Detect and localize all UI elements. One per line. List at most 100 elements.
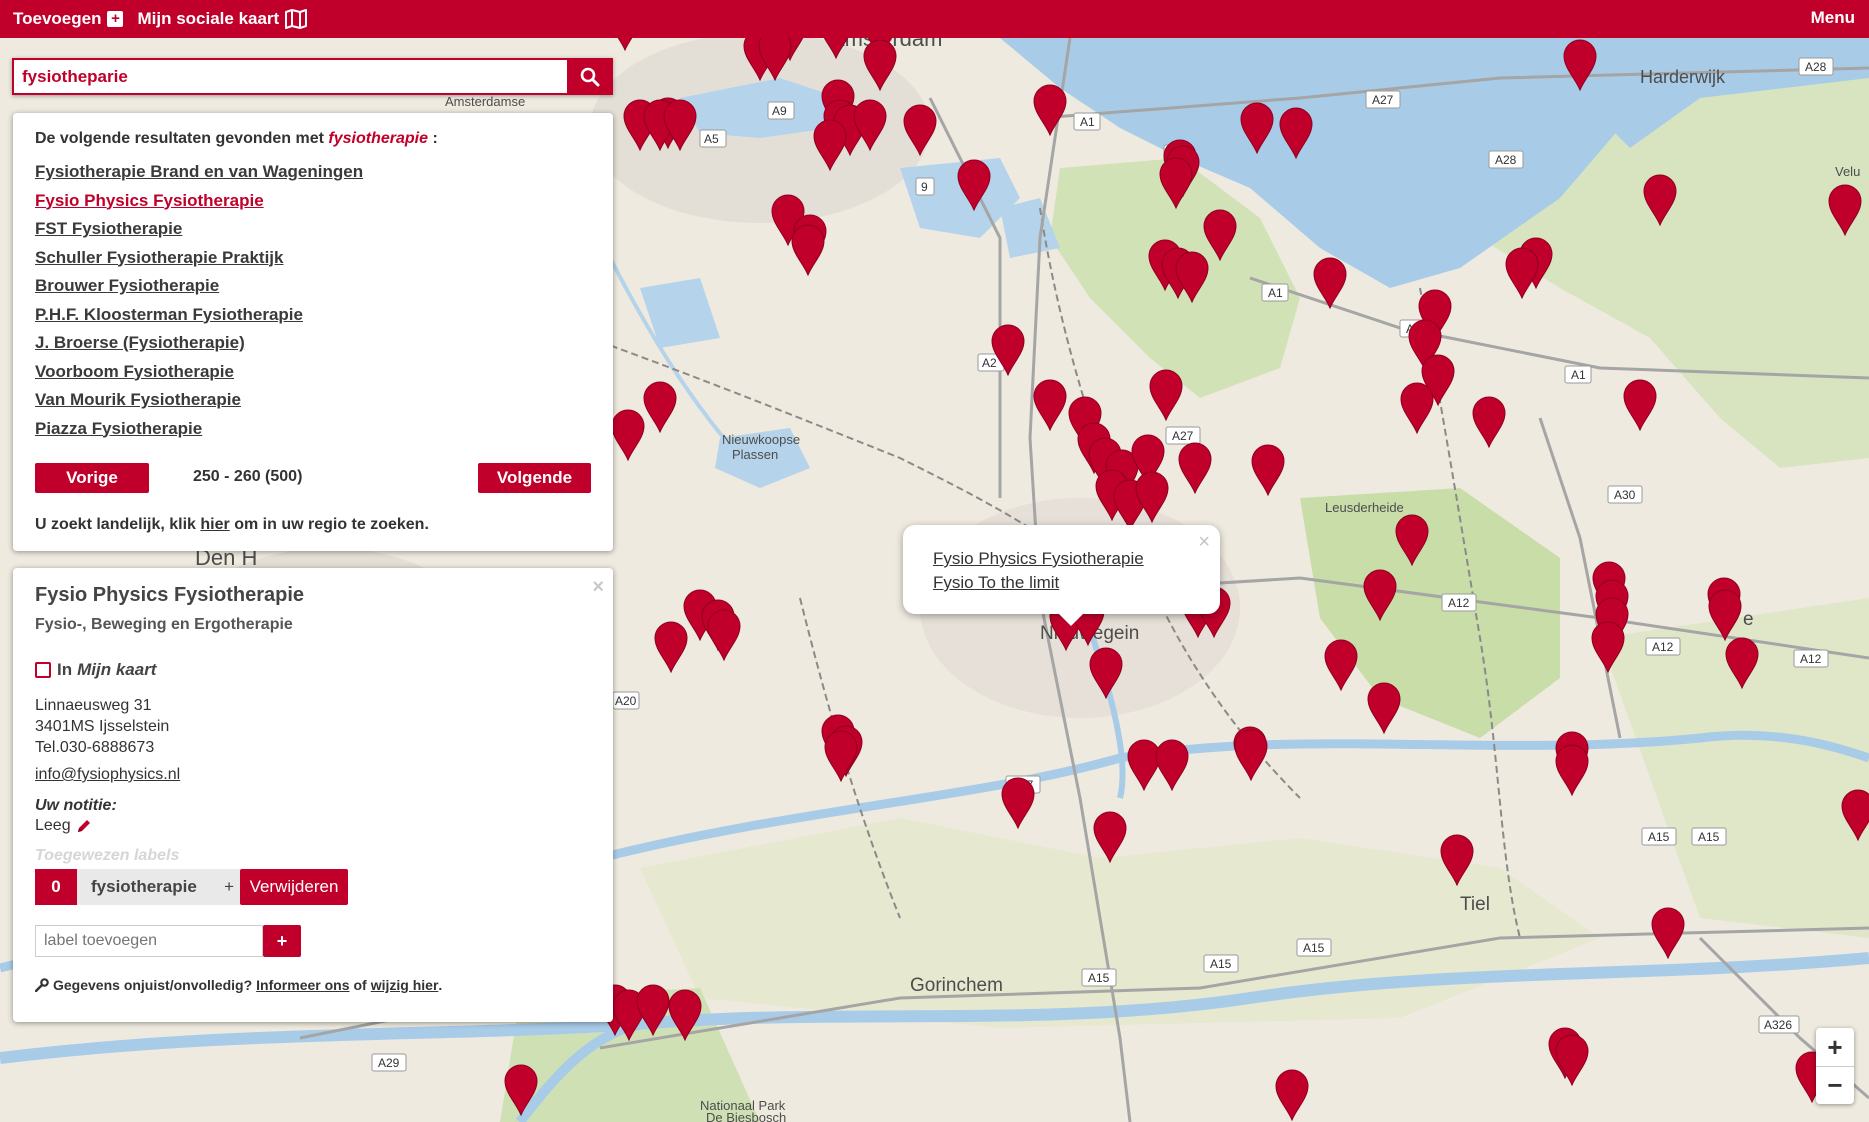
popup-close-icon[interactable]: × [1198,531,1210,554]
my-social-map-label: Mijn sociale kaart [137,9,280,28]
result-link[interactable]: J. Broerse (Fysiotherapie) [35,333,245,352]
email-row: info@fysiophysics.nl [35,766,591,784]
map-icon [285,9,308,29]
svg-text:A27: A27 [1172,429,1194,443]
result-link-active[interactable]: Fysio Physics Fysiotherapie [35,191,264,210]
road-shield: A20 [612,691,640,710]
in-label: In [57,660,73,679]
my-map-checkbox[interactable] [35,662,51,678]
popup-link[interactable]: Fysio To the limit [933,571,1220,595]
address-street: Linnaeusweg 31 [35,697,152,714]
label-count: 0 [35,869,77,905]
close-icon[interactable]: × [592,576,604,599]
svg-text:A15: A15 [1648,830,1670,844]
result-link[interactable]: FST Fysiotherapie [35,219,182,238]
road-shield: A1 [1261,283,1289,302]
svg-text:A27: A27 [1372,93,1394,107]
map-popup: × Fysio Physics Fysiotherapie Fysio To t… [903,525,1220,626]
zoom-out-button[interactable]: − [1816,1066,1854,1104]
list-item: Schuller Fysiotherapie Praktijk [35,244,591,273]
svg-text:A20: A20 [615,694,637,708]
feedback-mid: of [353,977,367,993]
note-row: Leeg [35,817,591,835]
zoom-in-button[interactable]: + [1816,1028,1854,1066]
svg-text:A30: A30 [1614,488,1636,502]
list-item: Brouwer Fysiotherapie [35,272,591,301]
list-item: J. Broerse (Fysiotherapie) [35,329,591,358]
svg-text:A15: A15 [1210,957,1232,971]
svg-text:9: 9 [921,180,928,194]
search-button[interactable] [567,58,613,95]
road-shield: A12 [1793,649,1829,668]
result-link[interactable]: P.H.F. Kloosterman Fysiotherapie [35,305,303,324]
wrench-icon [35,978,49,992]
previous-button[interactable]: Vorige [35,463,149,493]
feedback-note: Gegevens onjuist/onvolledig? Informeer o… [35,977,591,993]
menu-button[interactable]: Menu [1811,0,1855,36]
svg-text:A5: A5 [704,132,719,146]
road-shield: A29 [371,1053,407,1072]
road-shield: A9 [767,101,795,120]
road-shield: A1 [1564,365,1592,384]
result-link[interactable]: Van Mourik Fysiotherapie [35,390,241,409]
road-shield: 9 [915,177,935,196]
svg-text:A12: A12 [1652,640,1674,654]
place-nieuwkoopse: Nieuwkoopse [722,432,800,447]
results-intro-suffix: : [432,130,438,147]
svg-text:A12: A12 [1800,652,1822,666]
svg-text:A9: A9 [772,104,787,118]
search-input[interactable] [12,58,567,95]
svg-text:A28: A28 [1495,153,1517,167]
add-label-button[interactable]: + [263,925,301,957]
feedback-end: . [438,977,443,993]
region-note-suffix: om in uw regio te zoeken. [234,516,429,533]
label-plus[interactable]: + [224,877,234,897]
address-phone: Tel.030-6888673 [35,739,155,756]
detail-title: Fysio Physics Fysiotherapie [35,584,304,606]
svg-text:A2: A2 [982,356,997,370]
result-link[interactable]: Piazza Fysiotherapie [35,419,202,438]
pencil-icon[interactable] [76,818,92,834]
road-shield: A27 [1165,426,1201,445]
my-map-label: Mijn kaart [77,660,157,679]
edit-here-link[interactable]: wijzig hier [371,977,439,993]
svg-text:A1: A1 [1080,115,1095,129]
results-panel: De volgende resultaten gevonden met fysi… [13,113,613,551]
my-map-toggle[interactable]: In Mijn kaart [35,660,591,680]
road-shield: A15 [1296,938,1332,957]
svg-text:A326: A326 [1764,1018,1792,1032]
page-range: 250 - 260 (500) [193,468,303,485]
svg-text:A1: A1 [1268,286,1283,300]
result-link[interactable]: Schuller Fysiotherapie Praktijk [35,248,283,267]
result-link[interactable]: Voorboom Fysiotherapie [35,362,234,381]
place-biesbosch: De Biesbosch [706,1110,786,1122]
place-tiel: Tiel [1460,894,1490,915]
add-button[interactable]: Toevoegen + [13,9,124,29]
results-search-term: fysiotherapie [328,130,428,147]
my-social-map-button[interactable]: Mijn sociale kaart [137,9,308,29]
list-item: Voorboom Fysiotherapie [35,358,591,387]
feedback-prefix: Gegevens onjuist/onvolledig? [53,977,253,993]
road-shield: A28 [1798,57,1834,76]
popup-link[interactable]: Fysio Physics Fysiotherapie [933,547,1220,571]
remove-label-button[interactable]: Verwijderen [240,869,348,905]
svg-text:A29: A29 [378,1056,400,1070]
road-shield: A12 [1441,593,1477,612]
svg-text:A15: A15 [1698,830,1720,844]
list-item: FST Fysiotherapie [35,215,591,244]
next-button[interactable]: Volgende [478,463,591,493]
note-value: Leeg [35,817,71,834]
svg-text:A1: A1 [1571,368,1586,382]
place-harderwijk: Harderwijk [1640,67,1726,87]
region-link[interactable]: hier [200,516,229,533]
inform-us-link[interactable]: Informeer ons [256,977,349,993]
list-item: Van Mourik Fysiotherapie [35,386,591,415]
detail-subtitle: Fysio-, Beweging en Ergotherapie [35,616,293,633]
address: Linnaeusweg 31 3401MS Ijsselstein Tel.03… [35,695,591,758]
result-link[interactable]: Fysiotherapie Brand en van Wageningen [35,162,363,181]
add-label: Toevoegen [13,9,102,28]
region-note: U zoekt landelijk, klik hier om in uw re… [35,516,429,534]
add-label-input[interactable] [35,925,263,957]
email-link[interactable]: info@fysiophysics.nl [35,766,180,783]
result-link[interactable]: Brouwer Fysiotherapie [35,276,219,295]
